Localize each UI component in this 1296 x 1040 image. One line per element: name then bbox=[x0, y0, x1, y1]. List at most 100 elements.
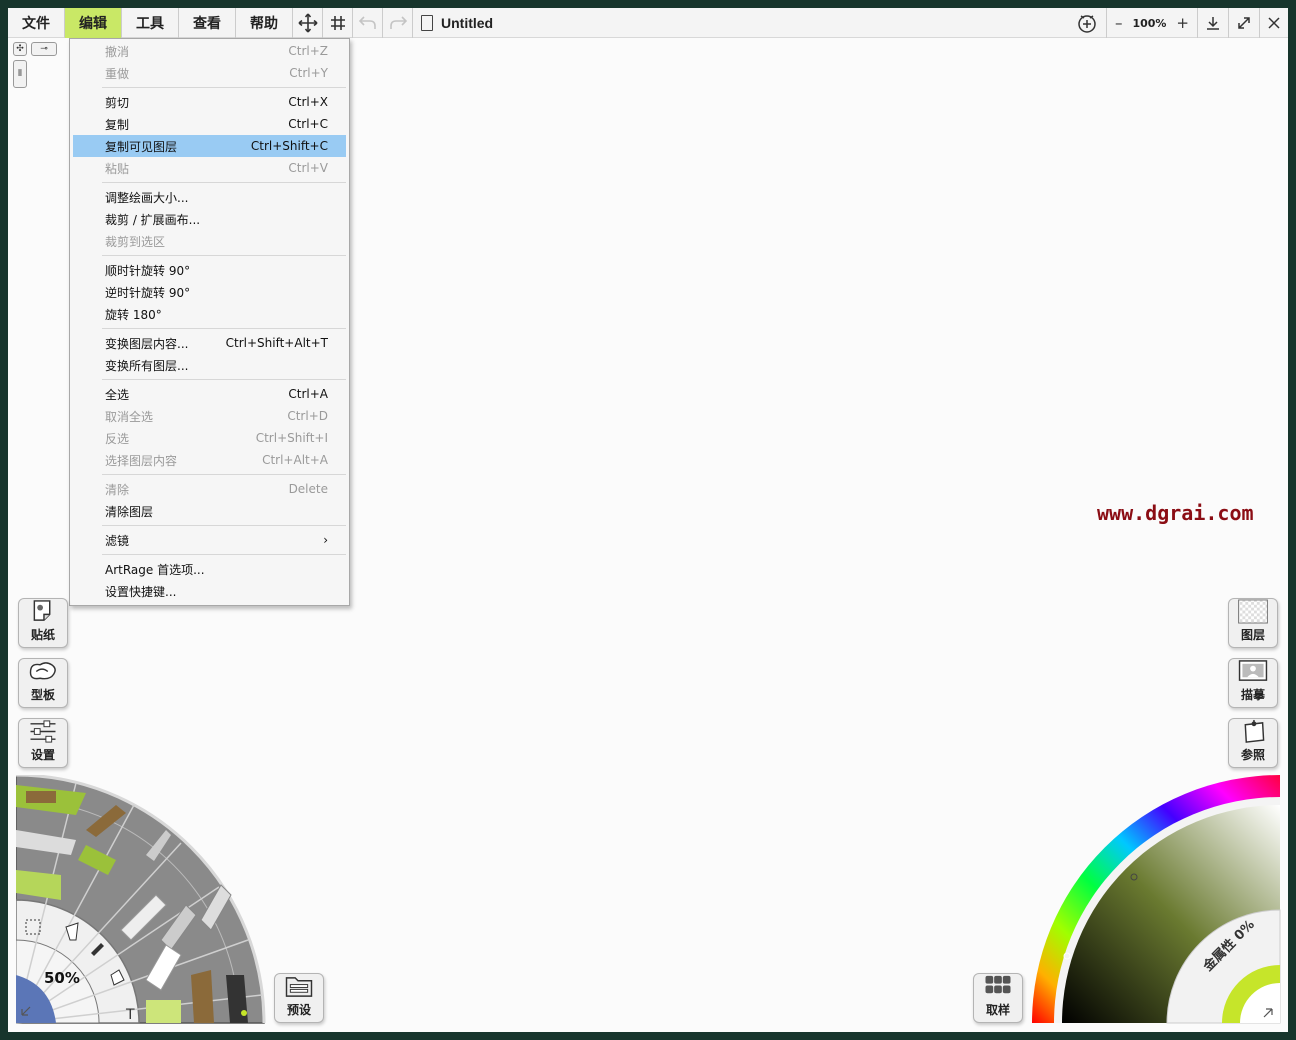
svg-text:T: T bbox=[125, 1007, 135, 1023]
layers-thumbnail-icon bbox=[1238, 599, 1268, 624]
canvas-position-icon[interactable]: ✣ bbox=[13, 42, 27, 56]
presets-button[interactable]: 预设 bbox=[274, 973, 324, 1023]
menu-separator bbox=[102, 87, 346, 88]
file-icon bbox=[421, 14, 433, 31]
edit-menu-item[interactable]: 变换图层内容... Ctrl+Shift+Alt+T bbox=[73, 332, 346, 354]
menu-item-shortcut: Ctrl+Shift+C bbox=[250, 139, 328, 153]
sample-button[interactable]: 取样 bbox=[973, 973, 1023, 1023]
zoom-level[interactable]: 100% bbox=[1126, 17, 1172, 30]
artrage-window: 文件 编辑 工具 查看 帮助 Untitled – 100% + ✣ ⊸ ⦀ 撤… bbox=[8, 8, 1288, 1032]
layers-button[interactable]: 图层 bbox=[1228, 598, 1278, 648]
edit-menu-item[interactable]: 剪切 Ctrl+X bbox=[73, 91, 346, 113]
menu-item-shortcut: Ctrl+Shift+I bbox=[255, 431, 328, 445]
settings-label: 设置 bbox=[30, 748, 55, 762]
slider-toggle-icon[interactable]: ⊸ bbox=[31, 42, 57, 56]
menu-separator bbox=[102, 182, 346, 183]
edit-menu-item[interactable]: 取消全选 Ctrl+D bbox=[73, 405, 346, 427]
menu-item-label: 裁剪到选区 bbox=[105, 234, 166, 249]
edit-menu-item[interactable]: 撤消 Ctrl+Z bbox=[73, 40, 346, 62]
menu-item-label: 全选 bbox=[105, 387, 130, 402]
reference-pin-icon[interactable] bbox=[1068, 8, 1106, 38]
menu-item-label: 选择图层内容 bbox=[105, 453, 178, 468]
menu-item-label: 重做 bbox=[105, 66, 130, 81]
edit-menu-item[interactable]: 选择图层内容 Ctrl+Alt+A bbox=[73, 449, 346, 471]
edit-menu-item[interactable]: 裁剪 / 扩展画布... bbox=[73, 208, 346, 230]
stencils-label: 型板 bbox=[30, 688, 55, 702]
tool-wheel[interactable]: T bbox=[16, 775, 266, 1025]
menu-item-label: 撤消 bbox=[105, 44, 130, 59]
menu-item-label: 滤镜 bbox=[105, 533, 130, 548]
menu-item-label: 取消全选 bbox=[105, 409, 154, 424]
download-icon[interactable] bbox=[1197, 8, 1228, 38]
stencils-button[interactable]: 型板 bbox=[18, 658, 68, 708]
menu-file[interactable]: 文件 bbox=[8, 8, 65, 38]
edit-menu-item[interactable]: 清除 Delete bbox=[73, 478, 346, 500]
layers-label: 图层 bbox=[1240, 628, 1265, 642]
watermark: www.dgrai.com bbox=[1097, 501, 1254, 525]
menu-item-shortcut: Ctrl+Alt+A bbox=[262, 453, 328, 467]
edit-menu-item[interactable]: 重做 Ctrl+Y bbox=[73, 62, 346, 84]
menu-item-label: 复制 bbox=[105, 117, 130, 132]
edit-menu-item[interactable]: 裁剪到选区 bbox=[73, 230, 346, 252]
stencil-icon bbox=[29, 662, 56, 680]
menu-item-label: 剪切 bbox=[105, 95, 130, 110]
edit-menu-item[interactable]: 旋转 180° bbox=[73, 303, 346, 325]
menu-edit[interactable]: 编辑 bbox=[65, 8, 122, 38]
menu-view[interactable]: 查看 bbox=[179, 8, 236, 38]
color-picker[interactable] bbox=[1032, 775, 1282, 1025]
menu-separator bbox=[102, 474, 346, 475]
edit-menu-item[interactable]: ArtRage 首选项... bbox=[73, 558, 346, 580]
menu-separator bbox=[102, 525, 346, 526]
menu-item-label: 粘贴 bbox=[105, 161, 130, 176]
references-button[interactable]: 参照 bbox=[1228, 718, 1278, 768]
edit-menu-item[interactable]: 调整绘画大小... bbox=[73, 186, 346, 208]
menu-item-shortcut: Ctrl+A bbox=[288, 387, 328, 401]
move-canvas-icon[interactable] bbox=[293, 8, 323, 38]
menu-item-shortcut: Ctrl+V bbox=[288, 161, 328, 175]
edit-menu-item[interactable]: 逆时针旋转 90° bbox=[73, 281, 346, 303]
references-label: 参照 bbox=[1240, 748, 1265, 762]
menu-item-shortcut: Ctrl+Y bbox=[289, 66, 328, 80]
edit-menu-item[interactable]: 设置快捷键... bbox=[73, 580, 346, 602]
menu-item-label: 变换所有图层... bbox=[105, 358, 189, 373]
reference-pin-board-icon bbox=[1244, 719, 1265, 743]
stickers-button[interactable]: 贴纸 bbox=[18, 598, 68, 648]
menu-help[interactable]: 帮助 bbox=[236, 8, 293, 38]
right-toolbar: – 100% + bbox=[1068, 8, 1288, 38]
edit-menu-item[interactable]: 全选 Ctrl+A bbox=[73, 383, 346, 405]
menu-separator bbox=[102, 255, 346, 256]
edit-menu-item[interactable]: 反选 Ctrl+Shift+I bbox=[73, 427, 346, 449]
edit-menu-item[interactable]: 清除图层 bbox=[73, 500, 346, 522]
zoom-out-button[interactable]: – bbox=[1111, 14, 1127, 32]
menu-item-shortcut: Ctrl+C bbox=[288, 117, 328, 131]
menu-item-shortcut: Delete bbox=[288, 482, 328, 496]
zoom-control: – 100% + bbox=[1105, 8, 1197, 38]
sticker-icon bbox=[33, 600, 51, 621]
tracing-button[interactable]: 描摹 bbox=[1228, 658, 1278, 708]
sample-label: 取样 bbox=[985, 1003, 1010, 1017]
menu-item-label: 设置快捷键... bbox=[105, 584, 177, 599]
settings-button[interactable]: 设置 bbox=[18, 718, 68, 768]
edit-menu-item[interactable]: 粘贴 Ctrl+V bbox=[73, 157, 346, 179]
edit-menu-item[interactable]: 变换所有图层... bbox=[73, 354, 346, 376]
edit-menu-item[interactable]: 复制可见图层 Ctrl+Shift+C bbox=[73, 135, 346, 157]
edit-menu-item[interactable]: 复制 Ctrl+C bbox=[73, 113, 346, 135]
brush-size-readout[interactable]: 50% bbox=[44, 969, 80, 987]
close-icon[interactable] bbox=[1259, 8, 1288, 38]
zoom-in-button[interactable]: + bbox=[1172, 14, 1193, 32]
redo-icon[interactable] bbox=[383, 8, 413, 38]
edit-menu-item[interactable]: 滤镜 › bbox=[73, 529, 346, 551]
grid-icon[interactable] bbox=[323, 8, 353, 38]
undo-icon[interactable] bbox=[353, 8, 383, 38]
menu-item-label: 清除图层 bbox=[105, 504, 154, 519]
menu-item-label: 调整绘画大小... bbox=[105, 190, 189, 205]
presets-folder-icon bbox=[285, 977, 313, 997]
menu-item-label: 变换图层内容... bbox=[105, 336, 189, 351]
menu-item-label: ArtRage 首选项... bbox=[105, 562, 205, 577]
menu-item-shortcut: Ctrl+X bbox=[288, 95, 328, 109]
tracing-label: 描摹 bbox=[1240, 688, 1265, 702]
menu-tools[interactable]: 工具 bbox=[122, 8, 179, 38]
vertical-slider-icon[interactable]: ⦀ bbox=[13, 60, 27, 88]
edit-menu-item[interactable]: 顺时针旋转 90° bbox=[73, 259, 346, 281]
fullscreen-icon[interactable] bbox=[1228, 8, 1259, 38]
